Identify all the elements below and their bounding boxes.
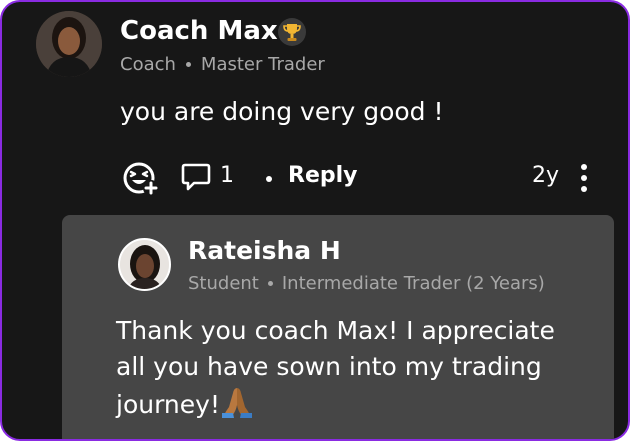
author-level: Master Trader	[200, 54, 325, 75]
comment-author-name[interactable]: Coach Max	[120, 16, 278, 46]
reply-button[interactable]: Reply	[288, 163, 358, 188]
comment-text: you are doing very good !	[120, 97, 444, 126]
comment-thread-card: Coach Max Coach Master Trader you are do…	[0, 0, 630, 441]
praying-hands-icon	[221, 388, 252, 418]
add-reaction-icon[interactable]	[122, 159, 160, 197]
comment-author-meta: Coach Master Trader	[120, 54, 325, 75]
comment-count: 1	[220, 163, 234, 188]
separator-dot	[267, 281, 273, 286]
author-level: Intermediate Trader (2 Years)	[281, 273, 545, 294]
avatar[interactable]	[118, 238, 171, 291]
reply-text-block: Thank you coach Max! I appreciate all yo…	[116, 313, 586, 423]
avatar[interactable]	[36, 11, 102, 77]
trophy-icon	[278, 18, 306, 46]
reply-author-meta: Student Intermediate Trader (2 Years)	[188, 273, 545, 294]
comment-icon[interactable]	[180, 161, 212, 193]
author-role: Student	[188, 273, 259, 294]
reply-text: Thank you coach Max! I appreciate all yo…	[116, 316, 555, 419]
comment-timestamp: 2y	[532, 163, 560, 188]
author-role: Coach	[120, 54, 176, 75]
separator-dot	[185, 62, 191, 67]
more-options-icon[interactable]	[574, 162, 594, 194]
separator-dot	[266, 176, 272, 182]
reply-author-name[interactable]: Rateisha H	[188, 236, 341, 265]
